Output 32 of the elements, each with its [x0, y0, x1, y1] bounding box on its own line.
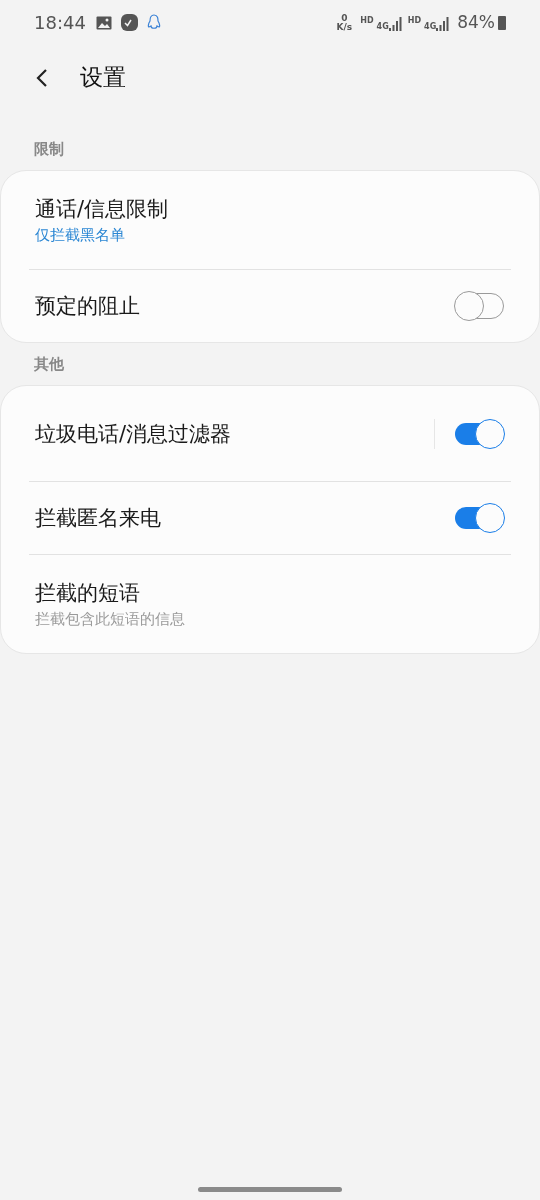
- settings-row[interactable]: 垃圾电话/消息过滤器: [1, 386, 539, 481]
- gallery-icon: [95, 15, 112, 30]
- section-label: 其他: [33, 354, 65, 375]
- row-summary: 仅拦截黑名单: [35, 225, 126, 246]
- speed-value: 0: [341, 13, 348, 23]
- toggle-switch[interactable]: [454, 291, 505, 321]
- battery-icon: [498, 15, 506, 30]
- speed-unit: K/s: [336, 22, 353, 32]
- row-title: 拦截匿名来电: [35, 505, 162, 532]
- row-title: 拦截的短语: [35, 580, 141, 607]
- hd-label: HD: [360, 14, 374, 27]
- settings-row[interactable]: 通话/信息限制 仅拦截黑名单: [1, 171, 539, 269]
- row-title: 通话/信息限制: [35, 196, 170, 223]
- hd-label: HD: [407, 14, 422, 27]
- signal-icon: [388, 16, 402, 31]
- status-time: 18:44: [34, 11, 86, 35]
- settings-row[interactable]: 拦截匿名来电: [1, 482, 539, 554]
- row-summary: 拦截包含此短语的信息: [35, 609, 186, 630]
- settings-row[interactable]: 预定的阻止: [1, 270, 539, 342]
- toggle-switch[interactable]: [454, 503, 505, 533]
- settings-row[interactable]: 拦截的短语 拦截包含此短语的信息: [1, 555, 539, 653]
- signal-icon: [436, 16, 450, 31]
- row-title: 预定的阻止: [35, 293, 141, 320]
- toggle-switch[interactable]: [454, 418, 505, 449]
- checklist-icon: [120, 14, 138, 31]
- row-title: 垃圾电话/消息过滤器: [35, 420, 233, 448]
- penguin-icon: [146, 14, 161, 31]
- battery-percent: 84%: [457, 10, 495, 34]
- section-label: 限制: [33, 139, 65, 160]
- network-label: 4G: [376, 22, 389, 31]
- page-title: 设置: [80, 63, 126, 93]
- network-label: 4G: [424, 22, 437, 31]
